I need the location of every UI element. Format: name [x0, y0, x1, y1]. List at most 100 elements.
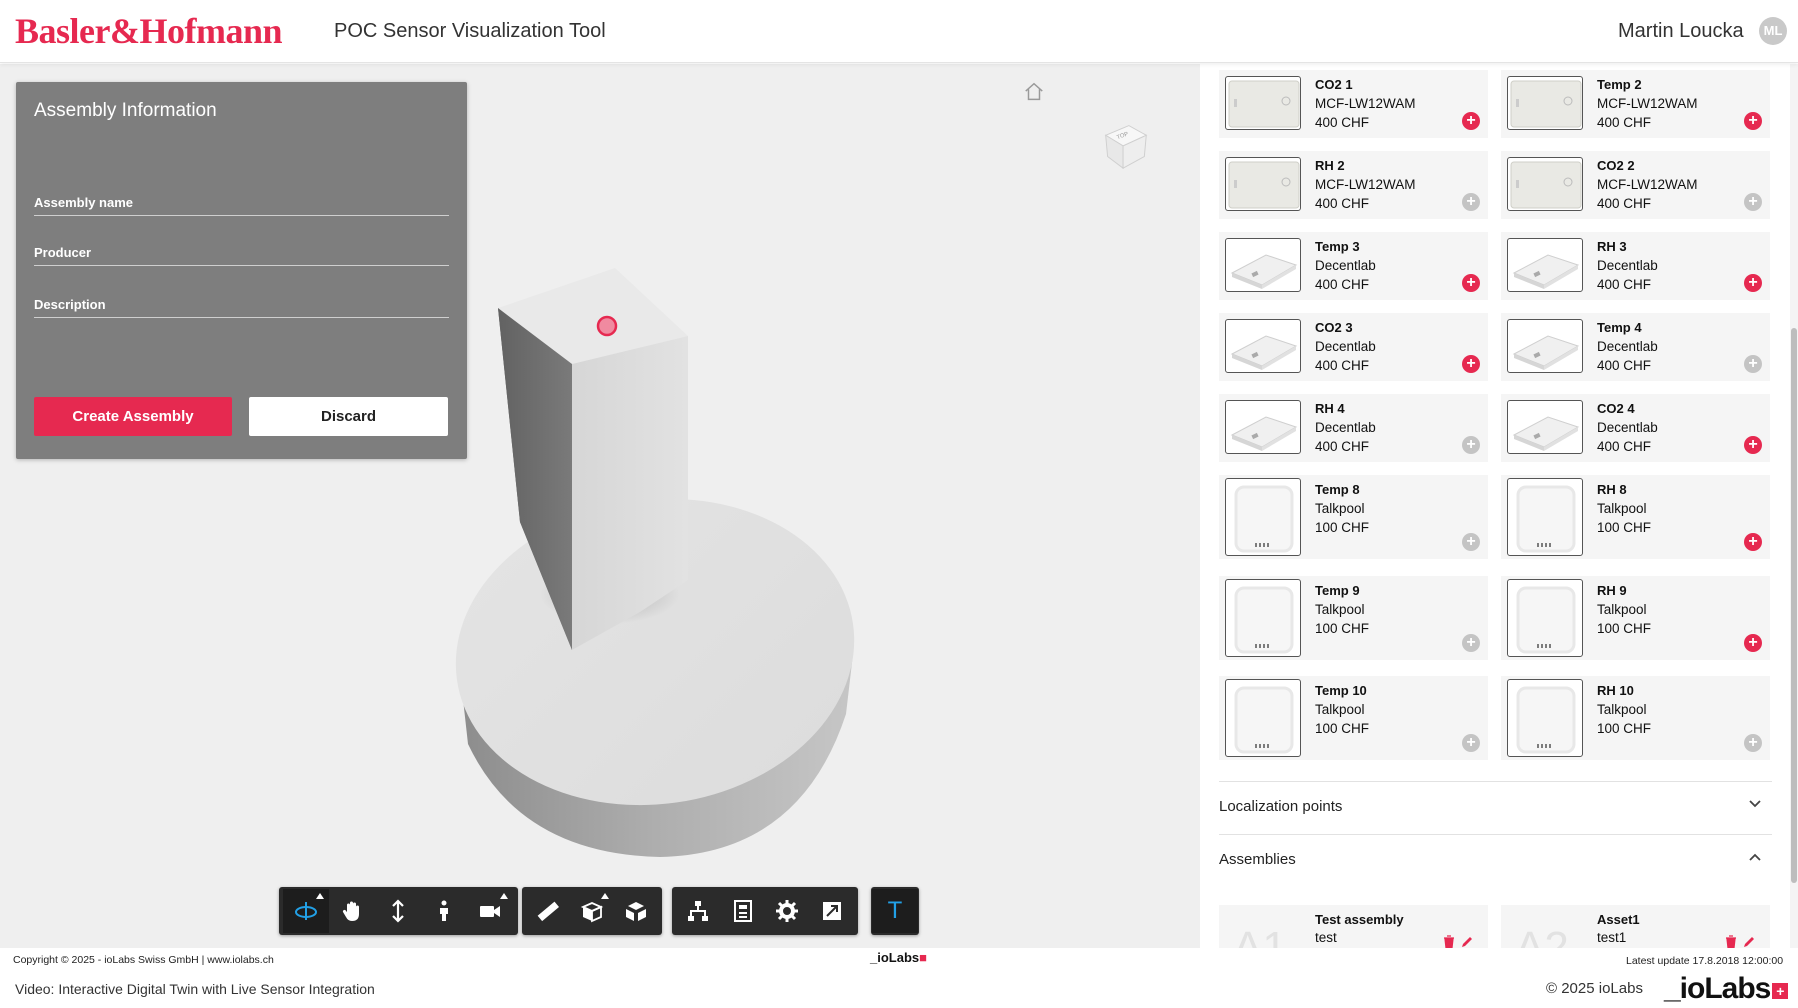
home-icon[interactable]	[1023, 81, 1045, 103]
first-person-tool[interactable]	[421, 889, 467, 933]
model-browser-tool[interactable]	[676, 889, 721, 933]
sensor-thumbnail	[1225, 319, 1301, 373]
sensor-thumbnail	[1507, 76, 1583, 130]
add-sensor-icon[interactable]: +	[1744, 274, 1762, 292]
producer-field[interactable]: Producer	[34, 236, 449, 266]
sensor-card[interactable]: Temp 8 Talkpool 100 CHF +	[1219, 475, 1488, 559]
add-sensor-icon[interactable]: +	[1462, 193, 1480, 211]
copyright-text: Copyright © 2025 - ioLabs Swiss GmbH | w…	[13, 954, 274, 966]
sensor-card[interactable]: Temp 2 MCF-LW12WAM 400 CHF +	[1501, 70, 1770, 138]
sensor-card[interactable]: CO2 3 Decentlab 400 CHF +	[1219, 313, 1488, 381]
properties-tool[interactable]	[721, 889, 766, 933]
add-sensor-icon[interactable]: +	[1744, 355, 1762, 373]
sensor-price: 400 CHF	[1315, 439, 1370, 454]
description-field[interactable]: Description	[34, 288, 449, 318]
sensor-name: Temp 4	[1597, 320, 1642, 335]
sensor-card[interactable]: Temp 10 Talkpool 100 CHF +	[1219, 676, 1488, 760]
sensor-name: Temp 3	[1315, 239, 1360, 254]
text-tool[interactable]: T	[872, 889, 918, 933]
video-caption: Video: Interactive Digital Twin with Liv…	[15, 981, 375, 997]
create-assembly-button[interactable]: Create Assembly	[34, 397, 232, 436]
zoom-icon	[392, 899, 404, 923]
sensor-thumbnail	[1507, 238, 1583, 292]
sensor-price: 400 CHF	[1315, 277, 1370, 292]
assembly-name: Test assembly	[1315, 912, 1404, 927]
sensor-producer: Decentlab	[1597, 339, 1658, 354]
sensor-card[interactable]: RH 10 Talkpool 100 CHF +	[1501, 676, 1770, 760]
sensor-name: CO2 1	[1315, 77, 1353, 92]
assemblies-section[interactable]: Assemblies	[1219, 834, 1772, 884]
sensor-card[interactable]: CO2 2 MCF-LW12WAM 400 CHF +	[1501, 151, 1770, 219]
edit-icon[interactable]	[1460, 935, 1474, 949]
sensor-producer: MCF-LW12WAM	[1597, 96, 1698, 111]
add-sensor-icon[interactable]: +	[1744, 436, 1762, 454]
localization-points-section[interactable]: Localization points	[1219, 781, 1772, 831]
sensor-card[interactable]: CO2 1 MCF-LW12WAM 400 CHF +	[1219, 70, 1488, 138]
iolabs-logo-mark: +	[1772, 983, 1789, 999]
sensor-card[interactable]: RH 3 Decentlab 400 CHF +	[1501, 232, 1770, 300]
localization-points-label: Localization points	[1219, 798, 1343, 815]
text-toolbar: T	[871, 887, 919, 935]
viewcube[interactable]: TOP	[1096, 114, 1154, 172]
add-sensor-icon[interactable]: +	[1462, 274, 1480, 292]
sensor-marker[interactable]	[596, 315, 618, 337]
add-sensor-icon[interactable]: +	[1462, 734, 1480, 752]
sensor-producer: Talkpool	[1597, 501, 1647, 516]
pan-tool[interactable]	[329, 889, 375, 933]
add-sensor-icon[interactable]: +	[1462, 533, 1480, 551]
settings-icon	[776, 900, 799, 922]
sensor-producer: Talkpool	[1315, 501, 1365, 516]
add-sensor-icon[interactable]: +	[1744, 193, 1762, 211]
camera-tool[interactable]	[467, 889, 513, 933]
assembly-name-field[interactable]: Assembly name	[34, 186, 449, 216]
sensor-price: 100 CHF	[1597, 520, 1652, 535]
basler-hofmann-logo[interactable]: Basler&Hofmann	[15, 10, 283, 52]
sensor-card[interactable]: Temp 4 Decentlab 400 CHF +	[1501, 313, 1770, 381]
sensor-price: 100 CHF	[1315, 520, 1370, 535]
delete-icon[interactable]	[1442, 935, 1456, 949]
sensor-price: 400 CHF	[1597, 358, 1652, 373]
add-sensor-icon[interactable]: +	[1744, 533, 1762, 551]
sensor-price: 100 CHF	[1597, 621, 1652, 636]
explode-tool[interactable]	[614, 889, 658, 933]
sensor-card[interactable]: Temp 3 Decentlab 400 CHF +	[1219, 232, 1488, 300]
section-tool[interactable]	[570, 889, 614, 933]
sensor-card[interactable]: RH 8 Talkpool 100 CHF +	[1501, 475, 1770, 559]
discard-button[interactable]: Discard	[249, 397, 448, 436]
settings-tool[interactable]	[765, 889, 810, 933]
panel-title: Assembly Information	[34, 100, 217, 121]
user-avatar[interactable]: ML	[1759, 17, 1787, 45]
sensor-price: 400 CHF	[1315, 115, 1370, 130]
user-name[interactable]: Martin Loucka	[1618, 20, 1744, 43]
add-sensor-icon[interactable]: +	[1462, 634, 1480, 652]
chevron-down-icon	[1749, 800, 1761, 808]
sensor-producer: Talkpool	[1315, 602, 1365, 617]
add-sensor-icon[interactable]: +	[1462, 436, 1480, 454]
add-sensor-icon[interactable]: +	[1744, 634, 1762, 652]
producer-label: Producer	[34, 245, 92, 260]
sensor-thumbnail	[1507, 157, 1583, 211]
assembly-information-panel: Assembly Information Assembly name Produ…	[16, 82, 467, 459]
iolabs-logo[interactable]: _ioLabs +	[1664, 972, 1789, 1006]
add-sensor-icon[interactable]: +	[1462, 112, 1480, 130]
add-sensor-icon[interactable]: +	[1744, 734, 1762, 752]
zoom-tool[interactable]	[375, 889, 421, 933]
orbit-tool[interactable]	[283, 889, 329, 933]
fullscreen-tool[interactable]	[810, 889, 855, 933]
edit-icon[interactable]	[1742, 935, 1756, 949]
sensor-card[interactable]: CO2 4 Decentlab 400 CHF +	[1501, 394, 1770, 462]
sensor-card[interactable]: Temp 9 Talkpool 100 CHF +	[1219, 576, 1488, 660]
sensor-card[interactable]: RH 9 Talkpool 100 CHF +	[1501, 576, 1770, 660]
add-sensor-icon[interactable]: +	[1462, 355, 1480, 373]
measure-tool[interactable]	[526, 889, 570, 933]
sensor-card[interactable]: RH 4 Decentlab 400 CHF +	[1219, 394, 1488, 462]
scrollbar-thumb[interactable]	[1791, 328, 1797, 883]
sensor-producer: MCF-LW12WAM	[1315, 96, 1416, 111]
sensor-thumbnail	[1507, 679, 1583, 757]
copyright-right: © 2025 ioLabs	[1546, 980, 1643, 997]
sensor-thumbnail	[1507, 579, 1583, 657]
sensor-thumbnail	[1507, 319, 1583, 373]
add-sensor-icon[interactable]: +	[1744, 112, 1762, 130]
delete-icon[interactable]	[1724, 935, 1738, 949]
sensor-card[interactable]: RH 2 MCF-LW12WAM 400 CHF +	[1219, 151, 1488, 219]
